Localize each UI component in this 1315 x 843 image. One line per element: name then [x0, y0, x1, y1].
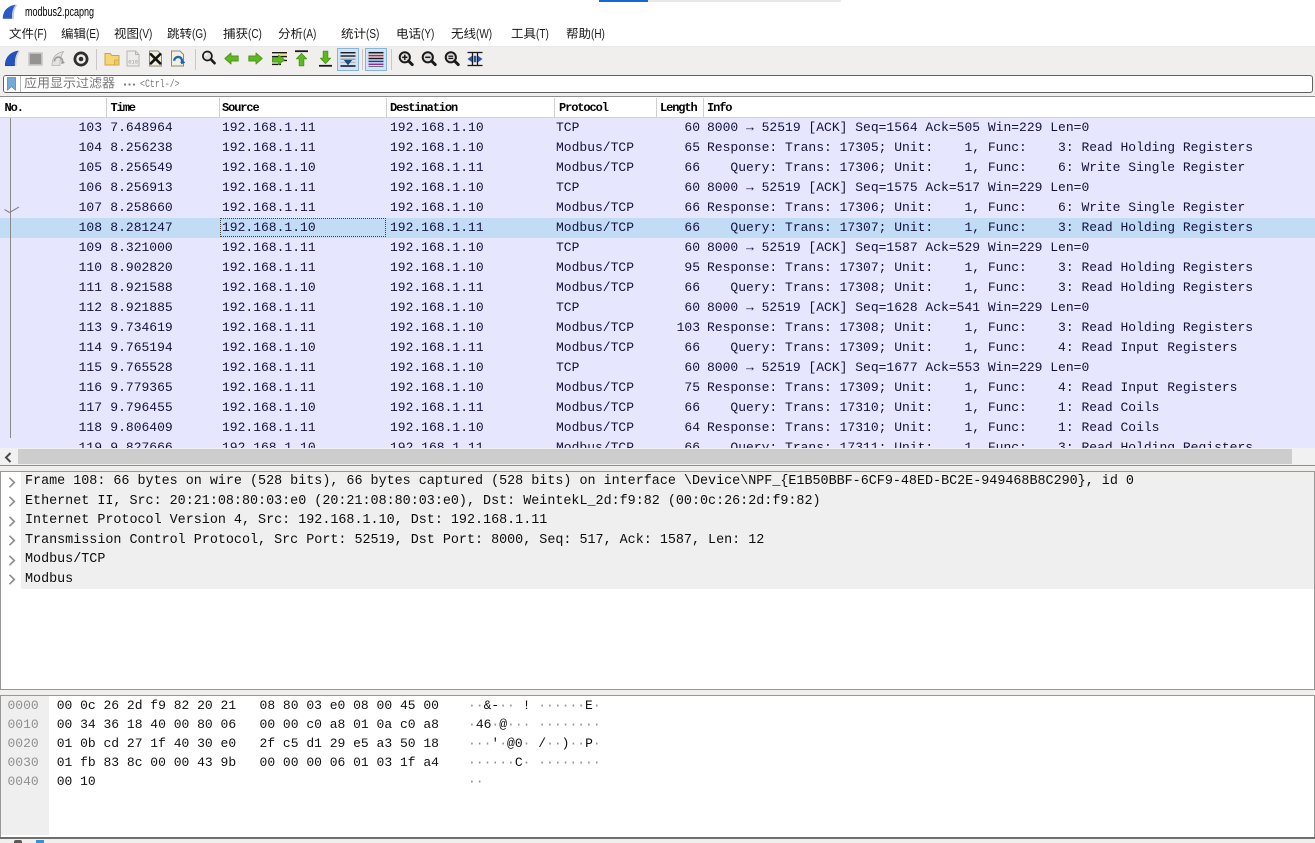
svg-text:010: 010: [128, 59, 138, 66]
